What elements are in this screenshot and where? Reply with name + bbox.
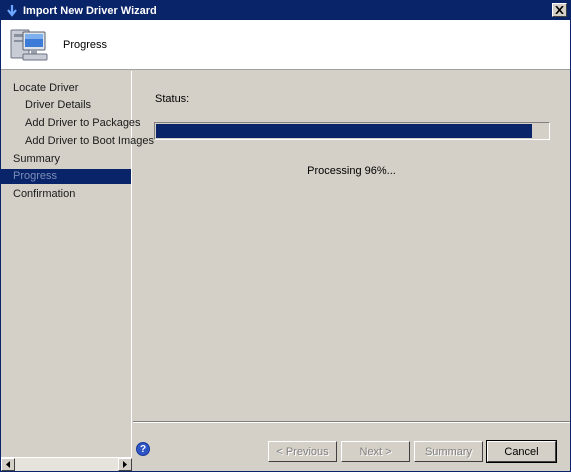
wizard-header: Progress: [1, 20, 570, 70]
status-label: Status:: [155, 93, 190, 105]
close-button[interactable]: [552, 3, 567, 17]
sidebar-item-add-driver-to-packages[interactable]: Add Driver to Packages: [25, 116, 141, 131]
wizard-footer: ? < Previous Next > Summary Cancel: [133, 421, 570, 471]
sidebar-item-locate-driver[interactable]: Locate Driver: [13, 81, 78, 96]
sidebar-item-summary[interactable]: Summary: [13, 152, 60, 167]
wizard-window: Import New Driver Wizard Progress Locate…: [0, 0, 571, 472]
scroll-right-button[interactable]: [118, 458, 132, 471]
summary-button[interactable]: Summary: [414, 441, 483, 462]
sidebar-item-confirmation[interactable]: Confirmation: [13, 187, 75, 202]
sidebar-item-progress[interactable]: Progress: [1, 169, 131, 184]
help-icon[interactable]: ?: [136, 442, 150, 456]
next-button[interactable]: Next >: [341, 441, 410, 462]
page-title: Progress: [63, 39, 108, 51]
previous-button[interactable]: < Previous: [268, 441, 337, 462]
progress-panel: Status: Processing 96%...: [133, 71, 570, 421]
sidebar-horizontal-scrollbar[interactable]: [1, 457, 132, 471]
import-arrow-icon: [4, 3, 20, 19]
progress-bar: [154, 122, 550, 140]
computer-icon: [10, 29, 48, 61]
processing-status-text: Processing 96%...: [307, 165, 396, 177]
close-icon: [555, 6, 564, 14]
sidebar-item-driver-details[interactable]: Driver Details: [25, 98, 91, 113]
title-bar[interactable]: Import New Driver Wizard: [1, 1, 570, 20]
progress-bar-fill: [156, 124, 532, 138]
wizard-steps-nav: Locate Driver Driver Details Add Driver …: [1, 71, 154, 457]
arrow-right-icon: [123, 461, 127, 468]
window-title: Import New Driver Wizard: [23, 4, 157, 17]
scroll-left-button[interactable]: [1, 458, 15, 471]
cancel-button[interactable]: Cancel: [486, 440, 557, 463]
arrow-left-icon: [6, 461, 10, 468]
